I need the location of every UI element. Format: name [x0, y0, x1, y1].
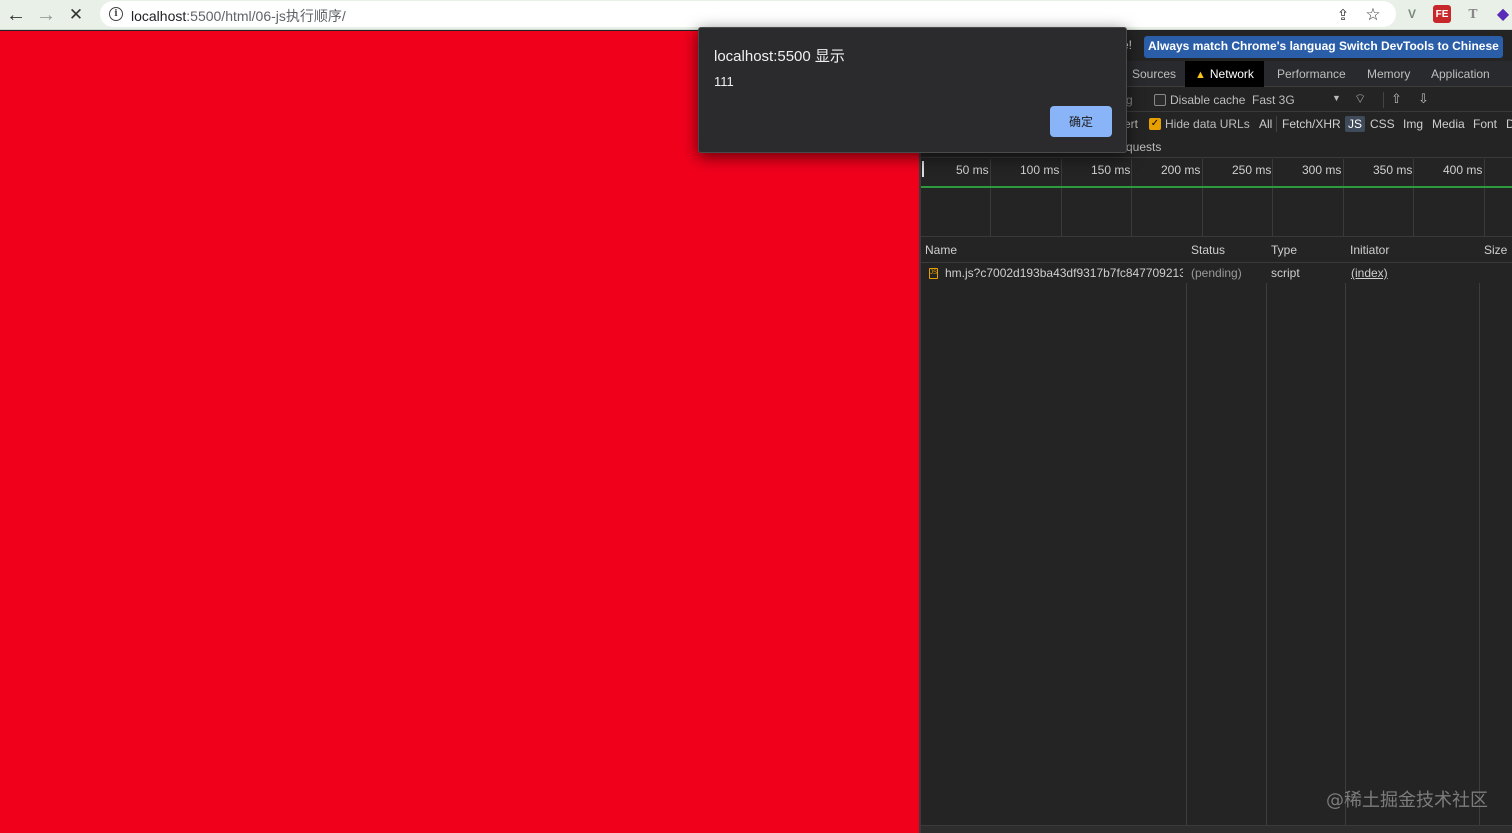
network-overview-timeline[interactable]: 50 ms 100 ms 150 ms 200 ms 250 ms 300 ms…	[921, 159, 1512, 237]
fe-helper-icon[interactable]: FE	[1433, 5, 1451, 23]
request-type: script	[1271, 266, 1300, 280]
url-text[interactable]: localhost:5500/html/06-js执行顺序/	[131, 6, 346, 26]
filter-doc[interactable]: D	[1503, 116, 1512, 132]
tab-memory[interactable]: Memory	[1357, 61, 1420, 87]
export-har-icon[interactable]: ⇩	[1418, 91, 1429, 107]
column-divider[interactable]	[1186, 237, 1187, 833]
site-info-icon[interactable]: i	[109, 7, 123, 21]
script-file-icon: JS	[929, 268, 938, 279]
request-initiator-link[interactable]: (index)	[1351, 263, 1388, 283]
tab-label: Memory	[1367, 67, 1411, 81]
import-har-icon[interactable]: ⇧	[1391, 91, 1402, 107]
filter-media[interactable]: Media	[1429, 116, 1468, 132]
alert-dialog: localhost:5500 显示 111 确定	[698, 27, 1127, 153]
column-header-status[interactable]: Status	[1187, 237, 1225, 263]
filter-font[interactable]: Font	[1470, 116, 1500, 132]
preserve-log-label: g	[1126, 93, 1133, 107]
extension-icon[interactable]: ◆	[1494, 5, 1512, 23]
timeline-start-marker	[922, 161, 924, 177]
throttling-select[interactable]: Fast 3G	[1252, 93, 1295, 107]
disable-cache-label: Disable cache	[1170, 93, 1246, 107]
tab-performance[interactable]: Performance	[1267, 61, 1356, 87]
column-header-name[interactable]: Name	[921, 237, 957, 263]
filter-all[interactable]: All	[1256, 116, 1275, 132]
tab-network[interactable]: ▲ Network	[1185, 61, 1264, 87]
filter-fetch-xhr[interactable]: Fetch/XHR	[1279, 116, 1344, 132]
column-divider[interactable]	[1479, 237, 1480, 833]
toolbar-divider	[1383, 92, 1384, 108]
timeline-gridline	[1484, 159, 1485, 236]
timeline-gridline	[1272, 159, 1273, 236]
watermark: @稀土掘金技术社区	[1326, 790, 1488, 811]
share-icon[interactable]: ⇪	[1332, 4, 1354, 26]
tab-label: Performance	[1277, 67, 1346, 81]
timeline-gridline	[990, 159, 991, 236]
dialog-title: localhost:5500 显示	[714, 48, 845, 65]
translate-icon[interactable]: T	[1464, 5, 1482, 23]
filter-js[interactable]: JS	[1345, 116, 1366, 132]
chevron-down-icon[interactable]: ▼	[1332, 93, 1341, 103]
blocked-requests-label: quests	[1126, 140, 1162, 154]
bookmark-star-icon[interactable]: ☆	[1362, 4, 1384, 26]
timeline-gridline	[1343, 159, 1344, 236]
filter-css[interactable]: CSS	[1367, 116, 1398, 132]
column-divider[interactable]	[1266, 237, 1267, 833]
ok-button[interactable]: 确定	[1050, 106, 1112, 137]
back-icon[interactable]: ←	[4, 3, 28, 27]
tab-label: Sources	[1132, 67, 1177, 81]
horizontal-scrollbar[interactable]	[921, 825, 1512, 833]
hide-data-urls-checkbox[interactable]: ✓	[1149, 118, 1161, 130]
load-progress-line	[921, 186, 1512, 188]
request-status: (pending)	[1191, 266, 1242, 280]
address-bar[interactable]: i localhost:5500/html/06-js执行顺序/ ⇪ ☆	[100, 1, 1396, 27]
hide-data-urls-label: Hide data URLs	[1165, 117, 1250, 131]
switch-to-chinese-button[interactable]: Switch DevTools to Chinese	[1335, 36, 1503, 58]
forward-icon[interactable]: →	[34, 3, 58, 27]
column-divider[interactable]	[1345, 237, 1346, 833]
requests-table-header: Name Status Type Initiator Size	[921, 237, 1512, 263]
timeline-tick: 300 ms	[1302, 163, 1342, 177]
timeline-gridline	[1061, 159, 1062, 236]
stop-loading-icon[interactable]: ✕	[64, 3, 88, 27]
always-match-language-button[interactable]: Always match Chrome's language	[1144, 36, 1347, 58]
table-row[interactable]: JS hm.js?c7002d193ba43df9317b7fc84770921…	[921, 263, 1512, 283]
filter-divider	[1276, 116, 1277, 132]
request-name[interactable]: hm.js?c7002d193ba43df9317b7fc847709213	[945, 263, 1183, 283]
dialog-message: 111	[714, 74, 734, 89]
warning-icon: ▲	[1195, 69, 1206, 81]
tab-sources[interactable]: Sources	[1122, 61, 1186, 87]
column-header-type[interactable]: Type	[1267, 237, 1297, 263]
browser-toolbar: ← → ✕ i localhost:5500/html/06-js执行顺序/ ⇪…	[0, 0, 1512, 30]
column-header-initiator[interactable]: Initiator	[1346, 237, 1389, 263]
timeline-tick: 150 ms	[1091, 163, 1131, 177]
tab-application[interactable]: Application	[1421, 61, 1500, 87]
timeline-tick: 250 ms	[1232, 163, 1272, 177]
network-conditions-icon[interactable]: ⌔	[1354, 91, 1366, 107]
timeline-tick: 400 ms	[1443, 163, 1483, 177]
url-host: localhost	[131, 8, 187, 24]
timeline-tick: 200 ms	[1161, 163, 1201, 177]
timeline-gridline	[1413, 159, 1414, 236]
filter-img[interactable]: Img	[1400, 116, 1426, 132]
timeline-tick: 100 ms	[1020, 163, 1060, 177]
timeline-gridline	[1202, 159, 1203, 236]
url-path: :5500/html/06-js执行顺序/	[186, 8, 346, 24]
vue-devtools-icon[interactable]: V	[1403, 5, 1421, 23]
timeline-gridline	[1131, 159, 1132, 236]
timeline-tick: 350 ms	[1373, 163, 1413, 177]
tab-label: Network	[1209, 67, 1254, 81]
timeline-tick: 50 ms	[956, 163, 989, 177]
tab-label: Application	[1431, 67, 1490, 81]
column-header-size[interactable]: Size	[1480, 237, 1507, 263]
disable-cache-checkbox[interactable]	[1154, 94, 1166, 106]
